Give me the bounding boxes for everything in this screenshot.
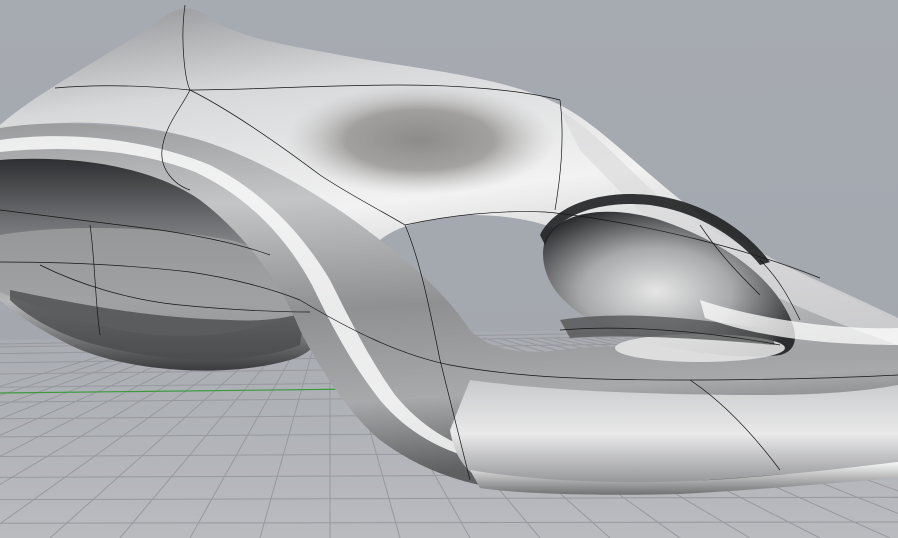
perspective-viewport[interactable] (0, 0, 898, 538)
viewport-canvas[interactable] (0, 0, 898, 538)
